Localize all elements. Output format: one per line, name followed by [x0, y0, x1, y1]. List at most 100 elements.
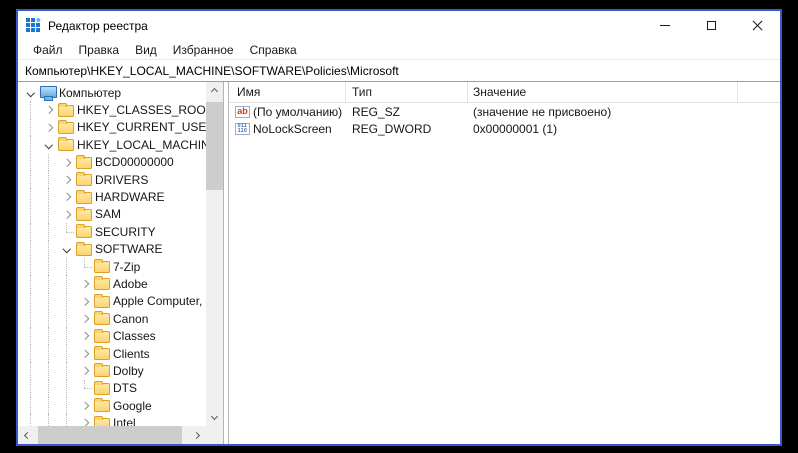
tree-guide-line [40, 380, 58, 397]
chevron-right-icon [81, 315, 89, 323]
chevron-right-icon [81, 367, 89, 375]
tree-node-9[interactable]: SOFTWARE [22, 241, 206, 258]
tree-node-14[interactable]: Classes [22, 327, 206, 344]
tree-horizontal-scrollbar[interactable] [18, 426, 206, 444]
tree-node-label: HARDWARE [95, 190, 165, 204]
tree-expander[interactable] [22, 84, 40, 101]
tree-node-10[interactable]: 7-Zip [22, 258, 206, 275]
tree-node-label: HKEY_CURRENT_USER [77, 120, 206, 134]
tree-guide-line [22, 119, 40, 136]
scroll-right-button[interactable] [190, 426, 206, 444]
tree-node-6[interactable]: HARDWARE [22, 188, 206, 205]
tree-expander[interactable] [58, 171, 76, 188]
menu-item-2[interactable]: Вид [127, 40, 165, 59]
tree-node-label: SECURITY [95, 225, 156, 239]
tree-node-18[interactable]: Google [22, 397, 206, 414]
tree-node-5[interactable]: DRIVERS [22, 171, 206, 188]
menu-item-1[interactable]: Правка [71, 40, 128, 59]
tree-guide-line [58, 258, 76, 275]
scrollbar-corner [206, 426, 223, 444]
tree-guide-line [40, 362, 58, 379]
tree-node-2[interactable]: HKEY_CURRENT_USER [22, 119, 206, 136]
scroll-down-button[interactable] [206, 410, 223, 426]
tree-node-16[interactable]: Dolby [22, 362, 206, 379]
tree-node-4[interactable]: BCD00000000 [22, 154, 206, 171]
column-header-0[interactable]: Имя [229, 82, 346, 102]
folder-icon [94, 313, 110, 325]
maximize-icon [707, 21, 716, 30]
tree-node-19[interactable]: Intel [22, 414, 206, 426]
tree-expander[interactable] [76, 275, 94, 292]
tree-guide-line [22, 362, 40, 379]
tree-node-0[interactable]: Компьютер [22, 84, 206, 101]
title-bar[interactable]: Редактор реестра [18, 11, 780, 40]
value-name-cell: NoLockScreen [229, 122, 346, 136]
tree-node-8[interactable]: SECURITY [22, 223, 206, 240]
tree-node-label: SAM [95, 207, 121, 221]
address-input[interactable] [18, 60, 780, 81]
chevron-right-icon [193, 431, 200, 438]
menu-item-0[interactable]: Файл [25, 40, 71, 59]
minimize-button[interactable] [642, 11, 688, 40]
scroll-up-button[interactable] [206, 82, 223, 98]
tree-vertical-scrollbar[interactable] [206, 82, 223, 426]
tree-expander[interactable] [58, 241, 76, 258]
tree-expander[interactable] [58, 206, 76, 223]
tree-node-7[interactable]: SAM [22, 206, 206, 223]
close-button[interactable] [734, 11, 780, 40]
tree-leaf-connector [76, 258, 94, 275]
tree-node-label: 7-Zip [113, 260, 140, 274]
tree-node-1[interactable]: HKEY_CLASSES_ROOT [22, 101, 206, 118]
tree-guide-line [40, 258, 58, 275]
value-row-0[interactable]: (По умолчанию)REG_SZ(значение не присвое… [229, 103, 780, 121]
tree-guide-line [22, 101, 40, 118]
tree-guide-line [22, 310, 40, 327]
folder-icon [94, 296, 110, 308]
tree-expander[interactable] [76, 345, 94, 362]
tree-guide-line [22, 345, 40, 362]
tree-node-15[interactable]: Clients [22, 345, 206, 362]
tree-guide-line [58, 362, 76, 379]
chevron-right-icon [81, 419, 89, 426]
minimize-icon [660, 25, 670, 26]
scroll-left-button[interactable] [18, 426, 34, 444]
tree-expander[interactable] [76, 327, 94, 344]
tree-expander[interactable] [40, 136, 58, 153]
tree-node-label: HKEY_LOCAL_MACHINE [77, 138, 206, 152]
address-bar [18, 60, 780, 81]
tree-node-3[interactable]: HKEY_LOCAL_MACHINE [22, 136, 206, 153]
tree-guide-line [58, 414, 76, 426]
maximize-button[interactable] [688, 11, 734, 40]
tree-expander[interactable] [76, 414, 94, 426]
reg-sz-icon [235, 106, 250, 118]
regedit-window: Редактор реестра ФайлПравкаВидИзбранноеС… [16, 9, 782, 446]
chevron-down-icon [63, 245, 71, 253]
tree-expander[interactable] [58, 154, 76, 171]
vertical-scroll-thumb[interactable] [206, 102, 223, 190]
tree-expander[interactable] [76, 310, 94, 327]
value-row-1[interactable]: NoLockScreenREG_DWORD0x00000001 (1) [229, 121, 780, 139]
tree-expander[interactable] [76, 397, 94, 414]
tree-node-11[interactable]: Adobe [22, 275, 206, 292]
tree-node-12[interactable]: Apple Computer, Inc. [22, 293, 206, 310]
tree-node-label: DRIVERS [95, 173, 148, 187]
tree-expander[interactable] [58, 188, 76, 205]
menu-item-4[interactable]: Справка [242, 40, 305, 59]
tree-node-17[interactable]: DTS [22, 380, 206, 397]
values-header: ИмяТипЗначение [229, 82, 780, 103]
value-type-cell: REG_DWORD [346, 122, 468, 136]
tree-guide-line [58, 293, 76, 310]
menu-item-3[interactable]: Избранное [165, 40, 242, 59]
tree-expander[interactable] [40, 101, 58, 118]
column-header-1[interactable]: Тип [346, 82, 468, 102]
tree-expander[interactable] [40, 119, 58, 136]
column-header-2[interactable]: Значение [468, 82, 738, 102]
tree-node-label: Clients [113, 347, 150, 361]
horizontal-scroll-thumb[interactable] [38, 426, 182, 444]
tree-expander[interactable] [76, 362, 94, 379]
tree-guide-line [58, 397, 76, 414]
tree-guide-line [40, 397, 58, 414]
tree-guide-line [58, 275, 76, 292]
tree-node-13[interactable]: Canon [22, 310, 206, 327]
tree-expander[interactable] [76, 293, 94, 310]
